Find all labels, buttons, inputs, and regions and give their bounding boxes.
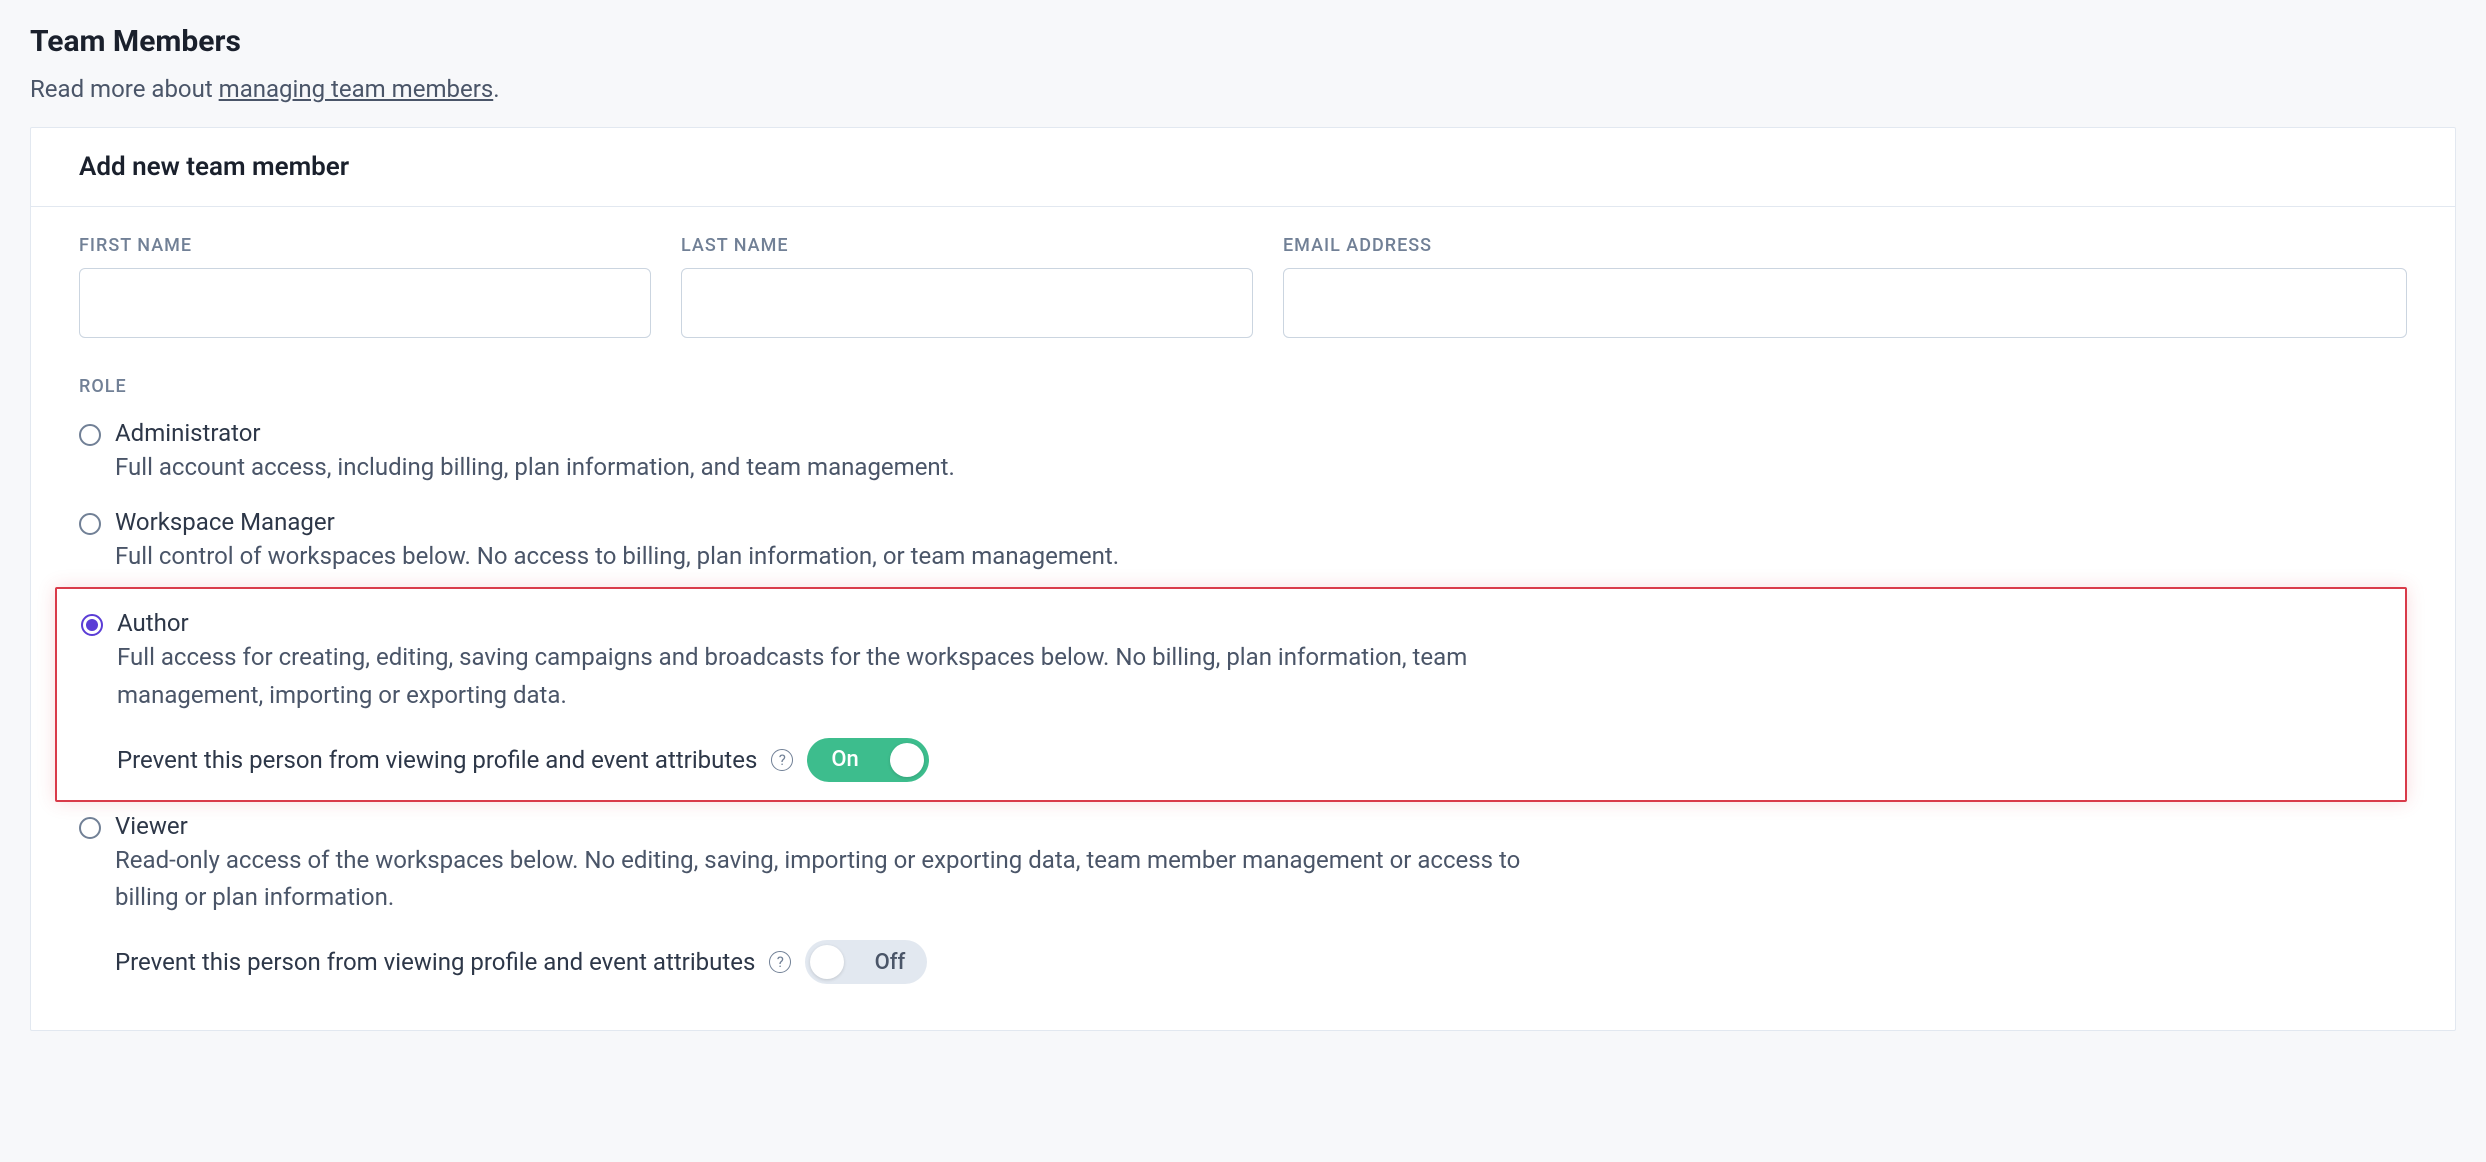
role-option-administrator[interactable]: Administrator Full account access, inclu… [79,415,2407,504]
last-name-label: LAST NAME [681,235,1253,256]
role-radio-workspace-manager[interactable] [79,513,101,535]
toggle-knob [810,945,844,979]
last-name-group: LAST NAME [681,235,1253,338]
page-title: Team Members [30,24,2456,59]
toggle-text-off: Off [875,950,906,975]
prevent-toggle-viewer[interactable]: Off [805,940,927,984]
role-radio-author[interactable] [81,614,103,636]
role-content-workspace-manager: Workspace Manager Full control of worksp… [115,508,1535,575]
role-title-author: Author [117,609,1537,637]
prevent-row-viewer: Prevent this person from viewing profile… [115,940,1535,984]
toggle-text-on: On [831,747,858,772]
prevent-row-author: Prevent this person from viewing profile… [117,738,1537,782]
prevent-label-author: Prevent this person from viewing profile… [117,746,757,774]
role-option-viewer[interactable]: Viewer Read-only access of the workspace… [79,808,2407,1002]
card-body: FIRST NAME LAST NAME EMAIL ADDRESS ROLE … [31,207,2455,1030]
prevent-label-viewer: Prevent this person from viewing profile… [115,948,755,976]
first-name-input[interactable] [79,268,651,338]
subtitle-prefix: Read more about [30,75,219,103]
role-radio-administrator[interactable] [79,424,101,446]
first-name-label: FIRST NAME [79,235,651,256]
toggle-knob [890,743,924,777]
role-desc-author: Full access for creating, editing, savin… [117,639,1537,713]
email-label: EMAIL ADDRESS [1283,235,2407,256]
role-title-viewer: Viewer [115,812,1535,840]
role-content-viewer: Viewer Read-only access of the workspace… [115,812,1535,984]
last-name-input[interactable] [681,268,1253,338]
role-title-workspace-manager: Workspace Manager [115,508,1535,536]
card-header-title: Add new team member [79,152,2407,182]
role-content-author: Author Full access for creating, editing… [117,609,1537,781]
role-desc-viewer: Read-only access of the workspaces below… [115,842,1535,916]
prevent-toggle-author[interactable]: On [807,738,929,782]
add-member-card: Add new team member FIRST NAME LAST NAME… [30,127,2456,1031]
first-name-group: FIRST NAME [79,235,651,338]
role-option-workspace-manager[interactable]: Workspace Manager Full control of worksp… [79,504,2407,593]
role-section-label: ROLE [79,376,2407,397]
role-desc-administrator: Full account access, including billing, … [115,449,1535,486]
email-group: EMAIL ADDRESS [1283,235,2407,338]
page-subtitle: Read more about managing team members. [30,75,2456,103]
help-icon[interactable]: ? [769,951,791,973]
help-icon[interactable]: ? [771,749,793,771]
role-content-administrator: Administrator Full account access, inclu… [115,419,1535,486]
role-title-administrator: Administrator [115,419,1535,447]
role-radio-viewer[interactable] [79,817,101,839]
card-header: Add new team member [31,128,2455,207]
managing-team-members-link[interactable]: managing team members [219,75,494,103]
subtitle-suffix: . [493,75,499,103]
role-desc-workspace-manager: Full control of workspaces below. No acc… [115,538,1535,575]
form-row-name-email: FIRST NAME LAST NAME EMAIL ADDRESS [79,235,2407,338]
role-option-author[interactable]: Author Full access for creating, editing… [55,587,2407,801]
email-input[interactable] [1283,268,2407,338]
